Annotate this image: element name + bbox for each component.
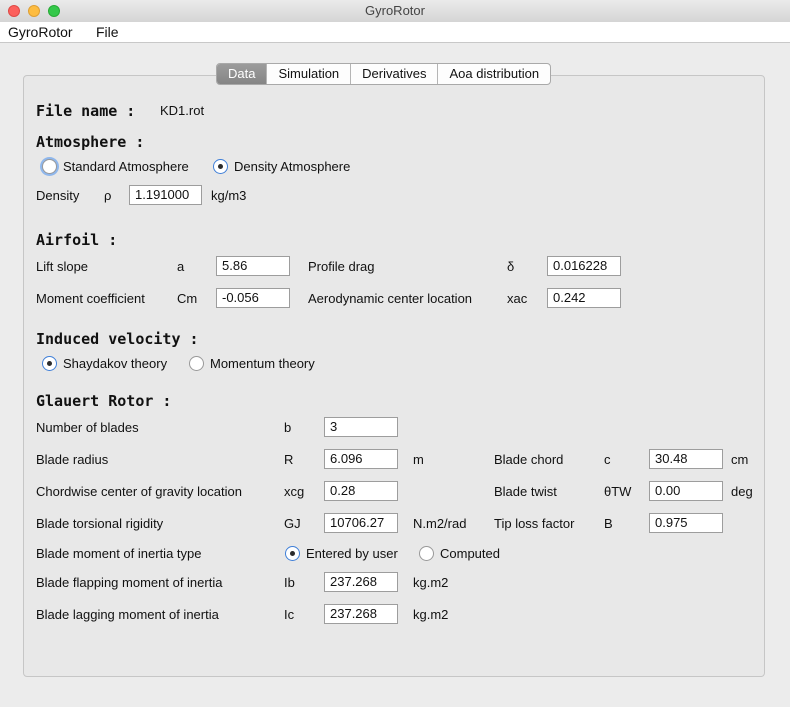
induced-velocity-heading: Induced velocity :: [36, 330, 199, 348]
moment-coefficient-input[interactable]: -0.056: [216, 288, 290, 308]
tab-bar: Data Simulation Derivatives Aoa distribu…: [216, 63, 552, 85]
lift-slope-symbol: a: [177, 259, 185, 274]
window-title: GyroRotor: [365, 3, 425, 18]
density-atmosphere-radio[interactable]: [213, 159, 228, 174]
menu-bar: GyroRotor File: [0, 22, 790, 43]
cg-location-symbol: xcg: [284, 484, 305, 499]
shaydakov-theory-radio[interactable]: [42, 356, 57, 371]
shaydakov-theory-label: Shaydakov theory: [63, 356, 168, 371]
flapping-inertia-symbol: Ib: [284, 575, 295, 590]
airfoil-heading: Airfoil :: [36, 231, 118, 249]
computed-label: Computed: [440, 546, 500, 561]
menu-gyrorotor[interactable]: GyroRotor: [8, 24, 73, 40]
momentum-theory-radio[interactable]: [189, 356, 204, 371]
inertia-type-label: Blade moment of inertia type: [36, 546, 202, 561]
standard-atmosphere-label: Standard Atmosphere: [63, 159, 189, 174]
file-name-heading: File name :: [36, 102, 136, 120]
density-symbol: ρ: [104, 188, 112, 203]
density-input[interactable]: 1.191000: [129, 185, 202, 205]
tip-loss-factor-input[interactable]: 0.975: [649, 513, 723, 533]
torsional-rigidity-unit: N.m2/rad: [413, 516, 467, 531]
atmosphere-heading: Atmosphere :: [36, 133, 145, 151]
lagging-inertia-label: Blade lagging moment of inertia: [36, 607, 219, 622]
aero-center-input[interactable]: 0.242: [547, 288, 621, 308]
lagging-inertia-unit: kg.m2: [413, 607, 449, 622]
density-atmosphere-label: Density Atmosphere: [234, 159, 351, 174]
lagging-inertia-symbol: Ic: [284, 607, 295, 622]
blade-chord-unit: cm: [731, 452, 749, 467]
blade-twist-label: Blade twist: [494, 484, 557, 499]
title-bar: GyroRotor: [0, 0, 790, 23]
number-of-blades-label: Number of blades: [36, 420, 139, 435]
tip-loss-factor-symbol: B: [604, 516, 613, 531]
standard-atmosphere-radio[interactable]: [42, 159, 57, 174]
lift-slope-input[interactable]: 5.86: [216, 256, 290, 276]
lift-slope-label: Lift slope: [36, 259, 89, 274]
flapping-inertia-unit: kg.m2: [413, 575, 449, 590]
blade-chord-symbol: c: [604, 452, 611, 467]
tip-loss-factor-label: Tip loss factor: [494, 516, 575, 531]
momentum-theory-label: Momentum theory: [210, 356, 315, 371]
tab-data[interactable]: Data: [217, 64, 267, 84]
blade-twist-unit: deg: [731, 484, 753, 499]
profile-drag-input[interactable]: 0.016228: [547, 256, 621, 276]
blade-chord-label: Blade chord: [494, 452, 564, 467]
blade-radius-unit: m: [413, 452, 424, 467]
cg-location-input[interactable]: 0.28: [324, 481, 398, 501]
entered-by-user-label: Entered by user: [306, 546, 398, 561]
lagging-inertia-input[interactable]: 237.268: [324, 604, 398, 624]
moment-coefficient-label: Moment coefficient: [36, 291, 145, 306]
file-name-value: KD1.rot: [160, 103, 205, 118]
cg-location-label: Chordwise center of gravity location: [36, 484, 242, 499]
torsional-rigidity-input[interactable]: 10706.27: [324, 513, 398, 533]
tab-derivatives[interactable]: Derivatives: [350, 64, 437, 84]
flapping-inertia-label: Blade flapping moment of inertia: [36, 575, 223, 590]
blade-chord-input[interactable]: 30.48: [649, 449, 723, 469]
aero-center-symbol: xac: [507, 291, 528, 306]
tab-aoa-distribution[interactable]: Aoa distribution: [437, 64, 550, 84]
blade-twist-input[interactable]: 0.00: [649, 481, 723, 501]
torsional-rigidity-symbol: GJ: [284, 516, 301, 531]
number-of-blades-input[interactable]: 3: [324, 417, 398, 437]
number-of-blades-symbol: b: [284, 420, 292, 435]
blade-twist-symbol: θTW: [604, 484, 632, 499]
aero-center-label: Aerodynamic center location: [308, 291, 473, 306]
tab-simulation[interactable]: Simulation: [266, 64, 350, 84]
density-unit: kg/m3: [211, 188, 247, 203]
torsional-rigidity-label: Blade torsional rigidity: [36, 516, 164, 531]
profile-drag-label: Profile drag: [308, 259, 375, 274]
flapping-inertia-input[interactable]: 237.268: [324, 572, 398, 592]
density-label: Density: [36, 188, 80, 203]
computed-radio[interactable]: [419, 546, 434, 561]
menu-file[interactable]: File: [96, 24, 119, 40]
blade-radius-input[interactable]: 6.096: [324, 449, 398, 469]
blade-radius-label: Blade radius: [36, 452, 109, 467]
profile-drag-symbol: δ: [507, 259, 515, 274]
glauert-rotor-heading: Glauert Rotor :: [36, 392, 172, 410]
blade-radius-symbol: R: [284, 452, 294, 467]
entered-by-user-radio[interactable]: [285, 546, 300, 561]
moment-coefficient-symbol: Cm: [177, 291, 198, 306]
